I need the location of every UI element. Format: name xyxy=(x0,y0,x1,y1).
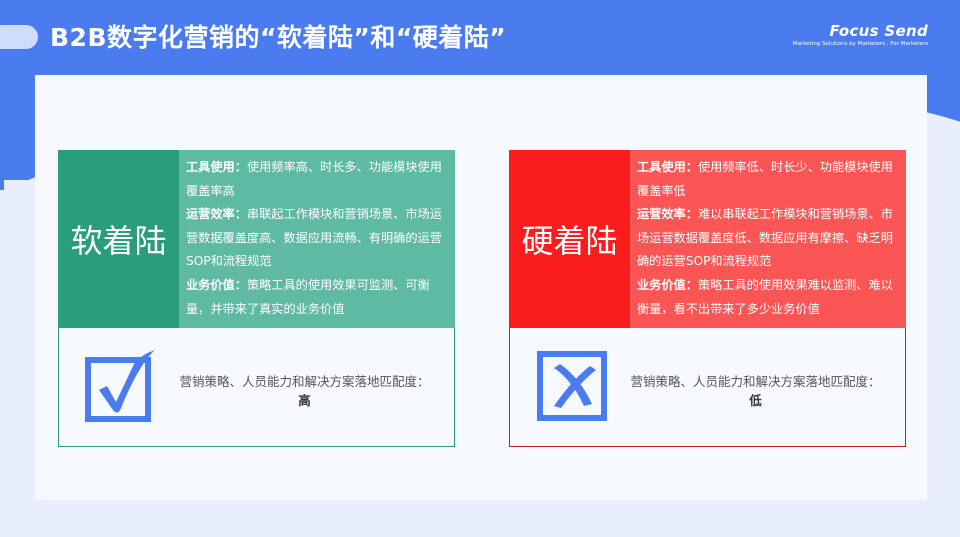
soft-landing-card: 软着陆 工具使用：使用频率高、时长多、功能模块使用覆盖率高 运营效率：串联起工作… xyxy=(58,150,455,447)
logo-brand-text: Focus Send xyxy=(829,22,928,40)
checkbox-crossed-icon xyxy=(537,351,607,421)
soft-landing-description: 工具使用：使用频率高、时长多、功能模块使用覆盖率高 运营效率：串联起工作模块和营… xyxy=(179,150,455,328)
soft-item-operation-efficiency: 运营效率：串联起工作模块和营销场景、市场运营数据覆盖度高、数据应用流畅、有明确的… xyxy=(186,207,442,269)
soft-item-business-value: 业务价值：策略工具的使用效果可监测、可衡量，并带来了真实的业务价值 xyxy=(186,277,430,316)
soft-item-tool-usage: 工具使用：使用频率高、时长多、功能模块使用覆盖率高 xyxy=(186,160,442,198)
hard-item-operation-efficiency: 运营效率：难以串联起工作模块和营销场景、市场运营数据覆盖度低、数据应用有摩擦、缺… xyxy=(637,207,893,269)
hard-landing-description: 工具使用：使用频率低、时长少、功能模块使用覆盖率低 运营效率：难以串联起工作模块… xyxy=(630,150,906,328)
soft-match-label: 营销策略、人员能力和解决方案落地匹配度： xyxy=(179,374,430,389)
soft-landing-footer: 营销策略、人员能力和解决方案落地匹配度： 高 xyxy=(58,328,455,447)
logo-tagline: Marketing Solutions by Marketers , For M… xyxy=(792,41,928,47)
hard-match-level: 低 xyxy=(749,393,762,408)
soft-landing-header: 软着陆 工具使用：使用频率高、时长多、功能模块使用覆盖率高 运营效率：串联起工作… xyxy=(58,150,455,328)
hard-landing-label: 硬着陆 xyxy=(509,150,630,328)
title-accent-pill xyxy=(0,25,38,49)
hard-item-business-value: 业务价值：策略工具的使用效果难以监测、难以衡量，看不出带来了多少业务价值 xyxy=(637,277,893,316)
hard-item-tool-usage: 工具使用：使用频率低、时长少、功能模块使用覆盖率低 xyxy=(637,160,893,198)
soft-landing-label: 软着陆 xyxy=(58,150,179,328)
soft-match-level: 高 xyxy=(298,393,311,408)
hard-landing-card: 硬着陆 工具使用：使用频率低、时长少、功能模块使用覆盖率低 运营效率：难以串联起… xyxy=(509,150,906,447)
page-title: B2B数字化营销的“软着陆”和“硬着陆” xyxy=(50,23,507,52)
hard-landing-footer: 营销策略、人员能力和解决方案落地匹配度： 低 xyxy=(509,328,906,447)
hard-match-label: 营销策略、人员能力和解决方案落地匹配度： xyxy=(630,374,881,389)
hard-match-text: 营销策略、人员能力和解决方案落地匹配度： 低 xyxy=(613,372,898,410)
hard-landing-header: 硬着陆 工具使用：使用频率低、时长少、功能模块使用覆盖率低 运营效率：难以串联起… xyxy=(509,150,906,328)
checkbox-checked-icon xyxy=(85,350,155,422)
soft-match-text: 营销策略、人员能力和解决方案落地匹配度： 高 xyxy=(162,372,447,410)
brand-logo: Focus Send Marketing Solutions by Market… xyxy=(793,22,928,47)
side-accent-bar xyxy=(0,130,4,190)
